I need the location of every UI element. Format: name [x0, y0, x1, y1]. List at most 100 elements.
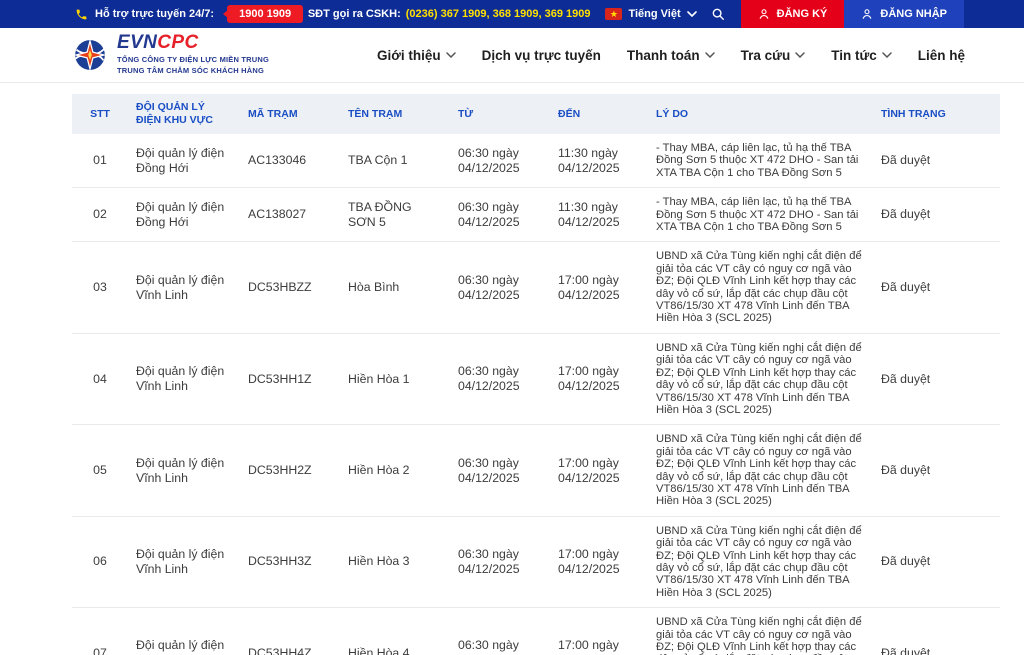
cskh-group: SĐT gọi ra CSKH: (0236) 367 1909, 368 19…: [308, 0, 591, 28]
nav-label: Thanh toán: [626, 47, 700, 63]
cell-station-name: TBA Cộn 1: [340, 134, 450, 189]
brand-text: EVNCPC TỔNG CÔNG TY ĐIỆN LỰC MIỀN TRUNG …: [117, 33, 269, 77]
table-row: 07 Đội quản lý điện Vĩnh Linh DC53HH4Z H…: [72, 608, 1000, 655]
cell-stt: 07: [93, 645, 107, 655]
cell-from: 06:30 ngày 04/12/2025: [450, 424, 550, 517]
cell-stt: 06: [72, 516, 128, 609]
cell-from: 06:30 ngày 04/12/2025: [458, 638, 520, 655]
cskh-label: SĐT gọi ra CSKH:: [307, 8, 401, 20]
chevron-down-icon: [445, 52, 456, 58]
phone-icon: [75, 8, 88, 21]
nav-item-dich-vu-truc-tuyen[interactable]: Dịch vụ trực tuyến: [482, 48, 601, 63]
brand-subtitle-line2: TRUNG TÂM CHĂM SÓC KHÁCH HÀNG: [117, 65, 265, 75]
user-icon: [861, 8, 873, 20]
cell-team: Đội quản lý điện Đồng Hới: [128, 134, 240, 189]
cell-from: 06:30 ngày 04/12/2025: [450, 187, 550, 243]
login-button[interactable]: ĐĂNG NHẬP: [844, 0, 964, 28]
cell-station-name: Hiền Hòa 2: [340, 424, 450, 517]
table-row: 04 Đội quản lý điện Vĩnh Linh DC53HH1Z H…: [72, 333, 1000, 426]
content-area: STT Đội quản lý điện khu vực Mã trạm Tên…: [0, 83, 1024, 655]
cell-from: 06:30 ngày 04/12/2025: [450, 134, 550, 189]
brand-evn: EVN: [117, 32, 158, 54]
chevron-down-icon: [881, 52, 892, 58]
nav-item-tra-cuu[interactable]: Tra cứu: [741, 48, 806, 63]
nav-item-thanh-toan[interactable]: Thanh toán: [627, 48, 715, 63]
chevron-down-icon: [704, 52, 715, 58]
cell-station-name: Hiền Hòa 4: [348, 645, 410, 655]
cell-reason: UBND xã Cửa Tùng kiến nghị cắt điện để g…: [648, 241, 873, 334]
user-icon: [758, 8, 770, 20]
language-label: Tiếng Việt: [628, 8, 681, 20]
hotline-badge[interactable]: 1900 1909: [227, 5, 304, 23]
table-row: 02 Đội quản lý điện Đồng Hới AC138027 TB…: [72, 187, 1000, 243]
nav-label: Liên hệ: [917, 47, 965, 63]
search-icon: [711, 7, 725, 21]
cell-status: Đã duyệt: [881, 645, 931, 655]
cell-station-code: DC53HH1Z: [240, 333, 340, 426]
cell-team: Đội quản lý điện Vĩnh Linh: [128, 516, 240, 609]
col-header-stt: STT: [72, 94, 128, 134]
register-label: ĐĂNG KÝ: [776, 8, 828, 20]
cell-reason: UBND xã Cửa Tùng kiến nghị cắt điện để g…: [648, 333, 873, 426]
cell-from: 06:30 ngày 04/12/2025: [450, 333, 550, 426]
col-header-reason: Lý do: [648, 94, 873, 134]
evncpc-logo[interactable]: EVNCPC TỔNG CÔNG TY ĐIỆN LỰC MIỀN TRUNG …: [72, 33, 269, 77]
nav-item-gioi-thieu[interactable]: Giới thiệu: [377, 48, 456, 63]
cell-from: 06:30 ngày 04/12/2025: [450, 241, 550, 334]
col-header-team: Đội quản lý điện khu vực: [128, 94, 240, 134]
search-button[interactable]: [711, 0, 725, 28]
table-header: STT Đội quản lý điện khu vực Mã trạm Tên…: [72, 94, 1000, 134]
table-row: 03 Đội quản lý điện Vĩnh Linh DC53HBZZ H…: [72, 241, 1000, 334]
outage-table-body: 01 Đội quản lý điện Đồng Hới AC133046 TB…: [72, 134, 1000, 655]
table-row: 05 Đội quản lý điện Vĩnh Linh DC53HH2Z H…: [72, 424, 1000, 517]
cell-station-code: AC133046: [240, 134, 340, 189]
cell-stt: 01: [72, 134, 128, 189]
language-selector[interactable]: ★ Tiếng Việt: [605, 0, 697, 28]
vietnam-flag-icon: ★: [605, 8, 623, 20]
cell-station-name: TBA ĐỒNG SƠN 5: [340, 187, 450, 243]
cell-to: 11:30 ngày 04/12/2025: [550, 134, 648, 189]
cell-team: Đội quản lý điện Vĩnh Linh: [128, 424, 240, 517]
brand-cpc: CPC: [157, 32, 199, 54]
table-row: 01 Đội quản lý điện Đồng Hới AC133046 TB…: [72, 134, 1000, 189]
nav-item-lien-he[interactable]: Liên hệ: [918, 48, 965, 63]
register-button[interactable]: ĐĂNG KÝ: [740, 0, 845, 28]
outage-table: STT Đội quản lý điện khu vực Mã trạm Tên…: [72, 94, 1000, 655]
cell-station-code: AC138027: [240, 187, 340, 243]
col-header-to: Đến: [550, 94, 648, 134]
cell-status: Đã duyệt: [873, 187, 1000, 243]
nav-label: Dịch vụ trực tuyến: [481, 47, 601, 63]
cell-status: Đã duyệt: [873, 333, 1000, 426]
cell-reason: - Thay MBA, cáp liên lạc, tủ hạ thế TBA …: [648, 187, 873, 243]
cell-reason: UBND xã Cửa Tùng kiến nghị cắt điện để g…: [648, 424, 873, 517]
cell-stt: 05: [72, 424, 128, 517]
cell-to: 11:30 ngày 04/12/2025: [550, 187, 648, 243]
cell-to: 17:00 ngày 04/12/2025: [550, 424, 648, 517]
cell-team: Đội quản lý điện Vĩnh Linh: [128, 241, 240, 334]
cell-team: Đội quản lý điện Vĩnh Linh: [128, 333, 240, 426]
cell-station-code: DC53HH2Z: [240, 424, 340, 517]
table-row: 06 Đội quản lý điện Vĩnh Linh DC53HH3Z H…: [72, 516, 1000, 609]
nav-label: Tin tức: [831, 47, 877, 63]
cell-to: 17:00 ngày 04/12/2025: [550, 516, 648, 609]
cell-station-code: DC53HBZZ: [240, 241, 340, 334]
support-label: Hỗ trợ trực tuyến 24/7:: [95, 8, 215, 20]
cell-stt: 04: [72, 333, 128, 426]
col-header-station-name: Tên trạm: [340, 94, 450, 134]
cell-reason: UBND xã Cửa Tùng kiến nghị cắt điện để g…: [648, 516, 873, 609]
login-label: ĐĂNG NHẬP: [880, 8, 947, 20]
brand-subtitle: TỔNG CÔNG TY ĐIỆN LỰC MIỀN TRUNG TRUNG T…: [117, 55, 269, 77]
cell-status: Đã duyệt: [873, 424, 1000, 517]
cell-station-name: Hiền Hòa 3: [340, 516, 450, 609]
cell-status: Đã duyệt: [873, 516, 1000, 609]
col-header-from: Từ: [450, 94, 550, 134]
cell-team: Đội quản lý điện Đồng Hới: [128, 187, 240, 243]
cell-status: Đã duyệt: [873, 241, 1000, 334]
nav-label: Giới thiệu: [376, 47, 441, 63]
cell-to: 17:00 ngày 04/12/2025: [550, 333, 648, 426]
nav-item-tin-tuc[interactable]: Tin tức: [831, 48, 892, 63]
cell-team: Đội quản lý điện Vĩnh Linh: [136, 638, 225, 655]
cell-to: 17:00 ngày 04/12/2025: [558, 638, 620, 655]
site-header: EVNCPC TỔNG CÔNG TY ĐIỆN LỰC MIỀN TRUNG …: [0, 28, 1024, 83]
